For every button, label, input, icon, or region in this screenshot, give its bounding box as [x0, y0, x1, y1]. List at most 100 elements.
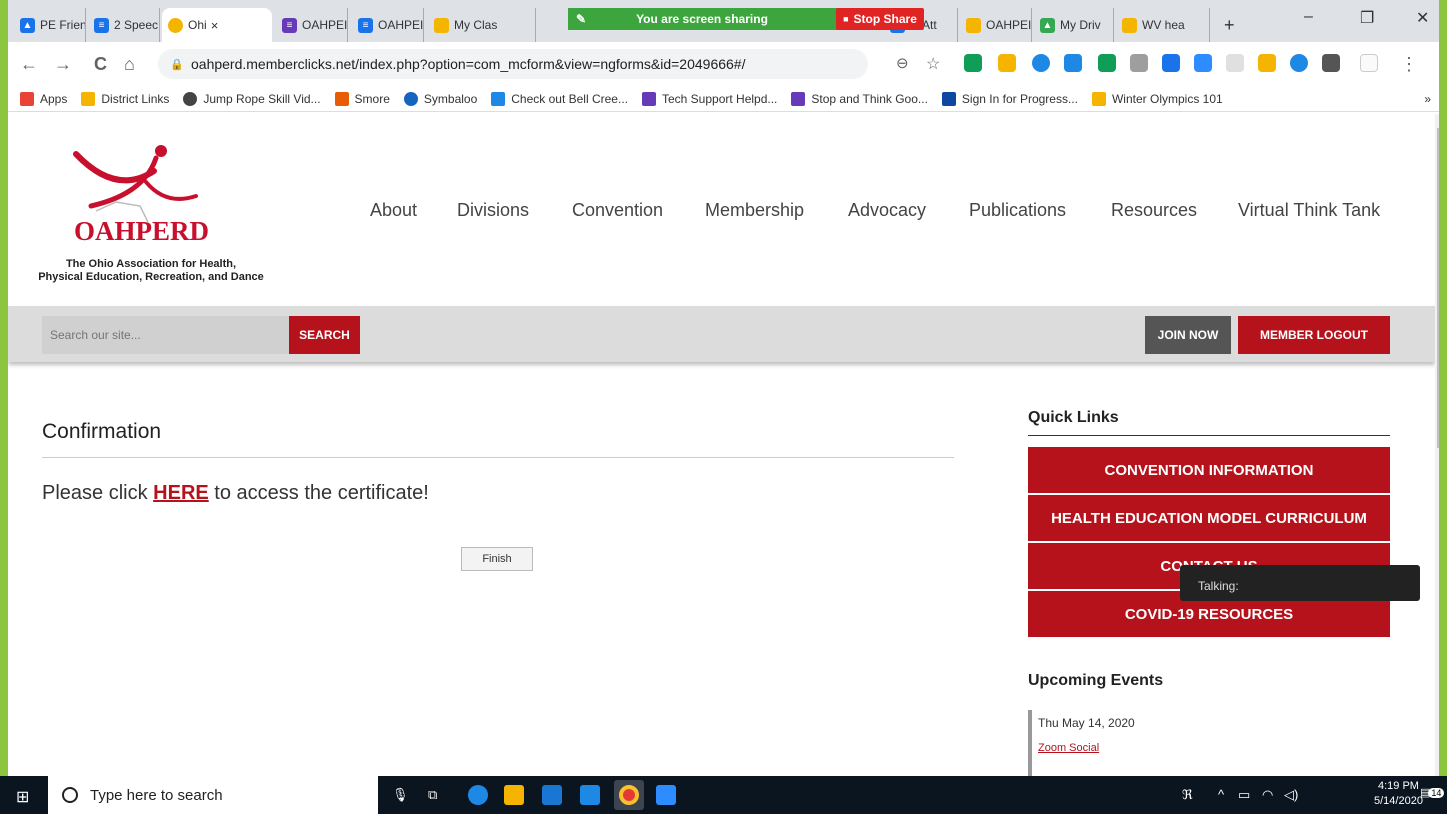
quick-links-divider — [1028, 435, 1390, 436]
chrome-icon — [619, 785, 639, 805]
nav-publications[interactable]: Publications — [969, 200, 1066, 221]
join-now-button[interactable]: JOIN NOW — [1145, 316, 1231, 354]
site-search-input[interactable] — [42, 316, 290, 354]
forms-icon: ≡ — [282, 17, 297, 33]
drive-extension-icon[interactable] — [998, 54, 1016, 72]
volume-icon[interactable]: ◁) — [1284, 787, 1298, 803]
tab-my-drive[interactable]: ▲ My Driv — [1034, 8, 1114, 42]
bookmark-bell-creek[interactable]: Check out Bell Cree... — [491, 91, 628, 106]
page-scrollbar[interactable] — [1435, 114, 1439, 776]
tab-oahperd-slides[interactable]: OAHPEI — [960, 8, 1032, 42]
bookmark-winter-olympics[interactable]: Winter Olympics 101 — [1091, 91, 1223, 106]
notifications-icon[interactable]: ▤14 — [1420, 786, 1445, 799]
people-icon[interactable]: ℜ — [1182, 787, 1193, 803]
tab-pe-friends[interactable]: ▲ PE Frien — [14, 8, 86, 42]
i-love-pe-icon[interactable] — [1360, 54, 1378, 72]
minimize-icon[interactable]: – — [1304, 8, 1313, 26]
browser-window: ▲ PE Frien ≡ 2 Speec Ohi × ≡ OAHPEI ≡ OAHPEI … — [0, 0, 1447, 814]
tab-ohio-active[interactable]: Ohi × — [162, 8, 272, 42]
taskbar-search[interactable]: Type here to search — [48, 776, 378, 814]
bookmark-stop-and-think[interactable]: Stop and Think Goo... — [791, 91, 928, 106]
restore-icon[interactable]: ❐ — [1360, 8, 1374, 28]
close-icon[interactable]: ✕ — [1416, 8, 1429, 28]
quick-link-health-curriculum[interactable]: HEALTH EDUCATION MODEL CURRICULUM — [1028, 495, 1390, 541]
tab-wv-health[interactable]: WV hea — [1116, 8, 1210, 42]
stop-share-button[interactable]: ■ Stop Share — [836, 8, 924, 30]
mail-icon[interactable] — [580, 785, 600, 805]
nav-about[interactable]: About — [370, 200, 417, 221]
address-bar[interactable]: 🔒 oahperd.memberclicks.net/index.php?opt… — [158, 49, 868, 79]
grid-extension-icon[interactable] — [1322, 54, 1340, 72]
nav-resources[interactable]: Resources — [1111, 200, 1197, 221]
member-logout-button[interactable]: MEMBER LOGOUT — [1238, 316, 1390, 354]
extension-icon[interactable] — [964, 54, 982, 72]
bookmark-sign-in-progress[interactable]: Sign In for Progress... — [941, 91, 1078, 106]
extension-icon[interactable] — [1130, 54, 1148, 72]
pin-icon: ✎ — [576, 12, 587, 26]
bookmark-apps[interactable]: Apps — [20, 91, 67, 106]
tab-2-speech[interactable]: ≡ 2 Speec — [88, 8, 160, 42]
event-link[interactable]: Zoom Social — [1038, 742, 1278, 754]
windows-taskbar: ⊞ Type here to search 🎙 ⧉ ℜ ^ ▭ ◠ ◁) 4:1… — [0, 776, 1447, 814]
talking-overlay: Talking: — [1180, 565, 1420, 601]
zoom-app-icon[interactable] — [656, 785, 676, 805]
reload-icon[interactable]: C — [94, 54, 107, 75]
nav-divisions[interactable]: Divisions — [457, 200, 529, 221]
forms-icon — [791, 91, 806, 106]
extension-icon[interactable] — [1290, 54, 1308, 72]
page-title: Confirmation — [42, 420, 162, 443]
bookmark-symbaloo[interactable]: Symbaloo — [403, 91, 477, 106]
docs-icon: ≡ — [358, 17, 373, 33]
docs-icon: ≡ — [94, 17, 109, 33]
nav-membership[interactable]: Membership — [705, 200, 804, 221]
back-icon[interactable]: ← — [20, 54, 38, 75]
extension-icon[interactable] — [1162, 54, 1180, 72]
zoom-extension-icon[interactable] — [1194, 54, 1212, 72]
microphone-icon[interactable]: 🎙 — [392, 787, 409, 803]
site-search-bar: SEARCH JOIN NOW MEMBER LOGOUT — [8, 306, 1435, 362]
extension-icon[interactable] — [1098, 54, 1116, 72]
bookmark-tech-support[interactable]: Tech Support Helpd... — [641, 91, 777, 106]
new-tab-button[interactable]: + — [1218, 8, 1248, 42]
menu-kebab-icon[interactable]: ⋮ — [1400, 54, 1418, 75]
windows-start-icon[interactable]: ⊞ — [16, 787, 29, 807]
tab-my-class[interactable]: My Clas — [428, 8, 536, 42]
tab-oahperd-form[interactable]: ≡ OAHPEI — [276, 8, 348, 42]
screen-share-banner: ✎ You are screen sharing — [568, 8, 878, 30]
bookmark-star-icon[interactable]: ☆ — [926, 54, 940, 74]
search-button[interactable]: SEARCH — [289, 316, 360, 354]
symbaloo-icon — [403, 91, 418, 106]
zoom-icon[interactable]: ⊖ — [896, 54, 909, 72]
cast-extension-icon[interactable] — [1064, 54, 1082, 72]
bookmarks-overflow[interactable]: » — [1424, 92, 1431, 106]
forward-icon[interactable]: → — [54, 54, 72, 75]
certificate-link[interactable]: HERE — [153, 482, 209, 504]
extension-icon[interactable] — [1226, 54, 1244, 72]
drive-icon: ▲ — [20, 17, 35, 33]
lock-icon: 🔒 — [170, 59, 184, 71]
oahperd-logo[interactable]: OAHPERD The Ohio Association for Health,… — [36, 136, 266, 286]
web-page: OAHPERD The Ohio Association for Health,… — [8, 114, 1435, 776]
finish-button[interactable]: Finish — [461, 547, 533, 571]
file-explorer-icon[interactable] — [504, 785, 524, 805]
bookmark-district-links[interactable]: District Links — [81, 91, 169, 106]
nav-advocacy[interactable]: Advocacy — [848, 200, 926, 221]
quick-link-convention[interactable]: CONVENTION INFORMATION — [1028, 447, 1390, 493]
bookmark-smore[interactable]: Smore — [334, 91, 390, 106]
extension-icon[interactable] — [1032, 54, 1050, 72]
chrome-taskbar-button[interactable] — [614, 780, 644, 810]
edge-icon[interactable] — [468, 785, 488, 805]
store-icon[interactable] — [542, 785, 562, 805]
close-tab-icon[interactable]: × — [211, 18, 219, 33]
bookmark-jump-rope[interactable]: Jump Rope Skill Vid... — [183, 91, 321, 106]
wifi-icon[interactable]: ◠ — [1262, 787, 1273, 803]
nav-virtual-think-tank[interactable]: Virtual Think Tank — [1238, 200, 1380, 221]
taskbar-clock[interactable]: 4:19 PM 5/14/2020 — [1374, 779, 1423, 809]
task-view-icon[interactable]: ⧉ — [428, 787, 437, 803]
scrollbar-thumb[interactable] — [1437, 128, 1439, 448]
nav-convention[interactable]: Convention — [572, 200, 663, 221]
tab-oahperd-doc[interactable]: ≡ OAHPEI — [352, 8, 424, 42]
home-icon[interactable]: ⌂ — [124, 54, 135, 75]
tray-chevron-icon[interactable]: ^ — [1218, 787, 1224, 802]
extension-icon[interactable] — [1258, 54, 1276, 72]
